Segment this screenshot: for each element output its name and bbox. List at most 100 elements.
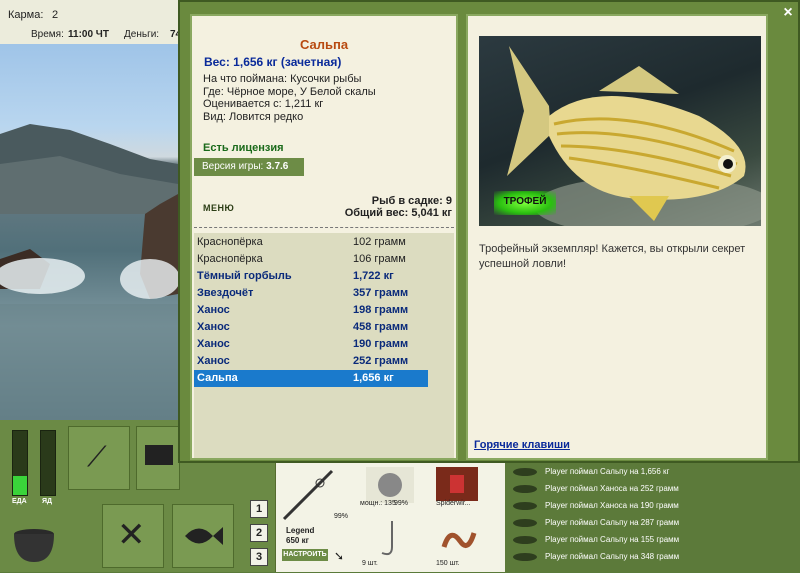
karma-label: Карма: — [8, 9, 44, 21]
license-status: Есть лицензия — [203, 142, 284, 154]
line-name: Spiderwir... — [436, 500, 471, 507]
page-button-2[interactable]: 2 — [250, 524, 268, 542]
log-entry: Player поймал Ханоса на 252 грамм — [513, 482, 795, 497]
keepnet-fish-list[interactable]: Краснопёрка 102 грамм Краснопёрка 106 грамм… — [194, 233, 454, 458]
catch-row[interactable]: Звездочёт 357 грамм — [194, 285, 428, 302]
reel-power: мощн.: 135 — [360, 500, 396, 507]
caught-on: На что поймана: Кусочки рыбы — [203, 73, 362, 85]
catch-fish-name: Ханос — [197, 338, 230, 350]
catch-row[interactable]: Краснопёрка 106 грамм — [194, 251, 428, 268]
box-icon — [145, 445, 173, 465]
karma-value: 2 — [52, 9, 59, 21]
fork-knife-icon: ✕ — [117, 516, 146, 554]
catch-fish-weight: 198 грамм — [353, 304, 409, 316]
catch-row[interactable]: Ханос 190 грамм — [194, 336, 428, 353]
catch-row[interactable]: Тёмный горбыль 1,722 кг — [194, 268, 428, 285]
close-icon[interactable]: × — [780, 5, 796, 21]
time-value: 11:00 ЧТ — [68, 29, 109, 40]
log-entry-text: Player поймал Сальпу на 287 грамм — [545, 518, 680, 527]
tackle-button[interactable]: ⟋ — [68, 426, 130, 490]
line-spool-icon — [450, 475, 464, 493]
reel-slot[interactable] — [366, 467, 414, 503]
hotkeys-link[interactable]: Горячие клавиши — [474, 439, 570, 451]
log-entry: Player поймал Сальпу на 287 грамм — [513, 516, 795, 531]
setup-button[interactable]: НАСТРОИТЬ — [282, 549, 328, 561]
line-slot[interactable] — [436, 467, 478, 501]
catch-row-selected[interactable]: Сальпа 1,656 кг — [194, 370, 428, 387]
trophy-message: Трофейный экземпляр! Кажется, вы открыли… — [479, 243, 746, 270]
page-button-3[interactable]: 3 — [250, 548, 268, 566]
fish-info-button[interactable] — [172, 504, 234, 568]
divider — [194, 227, 454, 228]
catch-fish-weight: 1,656 кг — [353, 372, 394, 384]
fish-icon — [185, 527, 223, 545]
worm-bait-icon — [441, 532, 477, 548]
rod-percent: 99% — [334, 513, 349, 520]
page-button-1[interactable]: 1 — [250, 500, 268, 518]
catch-fish-name: Звездочёт — [197, 287, 254, 299]
fish-silhouette-icon — [513, 519, 537, 527]
catch-fish-weight: 357 грамм — [353, 287, 409, 299]
catch-row[interactable]: Краснопёрка 102 грамм — [194, 234, 428, 251]
log-entry: Player поймал Ханоса на 190 грамм — [513, 499, 795, 514]
sea-landscape-image — [0, 124, 178, 420]
trophy-badge: ТРОФЕЙ — [494, 191, 556, 215]
log-entry-text: Player поймал Ханоса на 190 грамм — [545, 501, 679, 510]
catch-fish-weight: 106 грамм — [353, 253, 406, 265]
log-entry-text: Player поймал Сальпу на 155 грамм — [545, 535, 680, 544]
valued-from: Оценивается с: 1,211 кг — [203, 98, 324, 110]
keepnet-total-weight: Общий вес: 5,041 кг — [344, 207, 452, 219]
menu-button[interactable]: МЕНЮ — [203, 203, 234, 213]
catch-log-panel: Player поймал Сальпу на 1,656 кг Player п… — [505, 463, 800, 572]
food-label: ЕДА — [12, 498, 27, 505]
catch-row[interactable]: Ханос 198 грамм — [194, 302, 428, 319]
catch-fish-weight: 102 грамм — [353, 236, 406, 248]
food-meter-fill — [13, 476, 27, 495]
log-entry-text: Player поймал Сальпу на 348 грамм — [545, 552, 680, 561]
catch-fish-weight: 190 грамм — [353, 338, 409, 350]
rod-weight: 650 кг — [286, 536, 309, 545]
log-entry-text: Player поймал Ханоса на 252 грамм — [545, 484, 679, 493]
catch-fish-name: Ханос — [197, 321, 230, 333]
fishing-rod-icon: ⟋ — [87, 441, 107, 472]
fishing-scene[interactable] — [0, 44, 178, 420]
reel-percent: 99% — [394, 500, 409, 507]
bait-slot[interactable] — [436, 517, 480, 561]
catch-fish-name: Краснопёрка — [197, 253, 263, 265]
fish-silhouette-icon — [513, 502, 537, 510]
log-entry: Player поймал Сальпу на 348 грамм — [513, 550, 795, 565]
eat-button[interactable]: ✕ — [102, 504, 164, 568]
log-entry: Player поймал Сальпу на 155 грамм — [513, 533, 795, 548]
version-label: Версия игры: — [202, 161, 264, 172]
log-entry-text: Player поймал Сальпу на 1,656 кг — [545, 467, 670, 476]
trophy-badge-label: ТРОФЕЙ — [503, 196, 547, 207]
fish-title: Сальпа — [299, 37, 349, 52]
hook-icon — [381, 521, 393, 556]
arrow-down-right-icon[interactable]: ➘ — [334, 549, 344, 563]
fish-weight: Вес: 1,656 кг (зачетная) — [204, 55, 342, 69]
catch-location: Где: Чёрное море, У Белой скалы — [203, 86, 376, 98]
time-label: Время: — [31, 29, 64, 40]
fish-kind: Вид: Ловится редко — [203, 111, 304, 123]
money-label: Деньги: — [124, 29, 160, 40]
catch-fish-name: Ханос — [197, 355, 230, 367]
fish-silhouette-icon — [513, 485, 537, 493]
catch-row[interactable]: Ханос 458 грамм — [194, 319, 428, 336]
game-version-box: Версия игры: 3.7.6 — [194, 158, 304, 176]
catch-fish-name: Сальпа — [197, 372, 238, 384]
catch-fish-name: Ханос — [197, 304, 230, 316]
hook-count: 9 шт. — [362, 560, 378, 567]
food-meter — [12, 430, 28, 496]
keepnet-button[interactable] — [136, 426, 180, 490]
catch-fish-weight: 1,722 кг — [353, 270, 394, 282]
hook-slot[interactable] — [366, 517, 410, 561]
reel-icon — [378, 473, 402, 497]
rod-name: Legend — [286, 526, 315, 535]
fish-silhouette-icon — [513, 536, 537, 544]
cooking-pot-button[interactable] — [6, 512, 62, 568]
catch-fish-name: Краснопёрка — [197, 236, 263, 248]
catch-row[interactable]: Ханос 252 грамм — [194, 353, 428, 370]
cauldron-icon — [14, 529, 54, 562]
keepnet-count: Рыб в садке: 9 — [371, 195, 452, 207]
log-entry: Player поймал Сальпу на 1,656 кг — [513, 465, 795, 480]
